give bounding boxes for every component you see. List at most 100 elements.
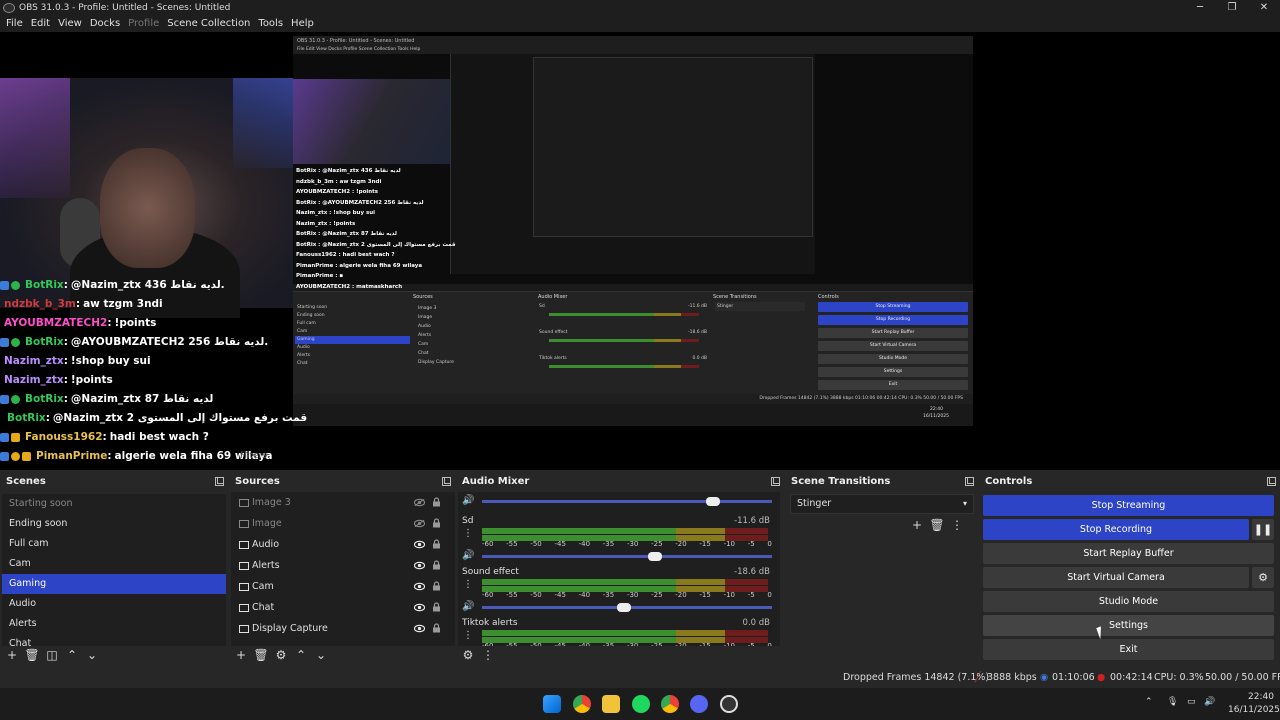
maximize-button[interactable]: ❐ [1216,0,1248,15]
volume-knob[interactable] [706,497,720,506]
spotify-icon[interactable] [632,695,650,713]
source-item[interactable]: Image 3 [231,492,455,513]
volume-slider[interactable] [482,552,772,561]
menu-file[interactable]: File [2,18,27,29]
scene-item[interactable]: Ending soon [2,514,226,534]
eye-hidden-icon[interactable] [414,519,425,528]
source-properties-icon[interactable]: ⚙ [271,648,291,662]
minimize-button[interactable]: ─ [1184,0,1216,15]
studio-mode-button[interactable]: Studio Mode [983,591,1274,612]
menu-edit[interactable]: Edit [27,18,54,29]
lock-icon[interactable] [432,539,441,549]
undock-icon[interactable] [442,477,451,486]
lock-icon[interactable] [432,623,441,633]
scene-item[interactable]: Chat [2,634,226,646]
channel-menu-icon[interactable]: ⋮ [462,579,474,591]
scene-item[interactable]: Alerts [2,614,226,634]
move-up-icon[interactable]: ⌃ [62,648,82,662]
source-item[interactable]: Alerts [231,555,455,576]
obs-taskbar-icon[interactable] [720,695,738,713]
lock-icon[interactable] [432,560,441,570]
eye-icon[interactable] [414,561,425,570]
settings-button[interactable]: Settings [983,615,1274,636]
menu-scene-collection[interactable]: Scene Collection [163,18,254,29]
transition-menu-icon[interactable]: ⋮ [947,518,967,532]
volume-slider[interactable] [482,603,772,612]
scene-filters-icon[interactable]: ◫ [42,648,62,662]
windows-start-icon[interactable] [543,695,561,713]
chat-username: ndzbk_b_3m [4,298,76,310]
move-down-icon[interactable]: ⌄ [311,648,331,662]
start-virtual-camera-button[interactable]: Start Virtual Camera [983,567,1249,588]
scene-item[interactable]: Starting soon [2,494,226,514]
menu-tools[interactable]: Tools [254,18,287,29]
undock-icon[interactable] [1267,477,1276,486]
close-button[interactable]: ✕ [1248,0,1280,15]
lock-icon[interactable] [432,581,441,591]
chrome-icon[interactable] [573,695,591,713]
eye-icon[interactable] [414,582,425,591]
speaker-icon[interactable]: 🔊 [462,601,474,613]
preview-canvas[interactable]: OBS 31.0.3 - Profile: Untitled - Scenes:… [0,32,1280,470]
undock-icon[interactable] [965,477,974,486]
move-up-icon[interactable]: ⌃ [291,648,311,662]
advanced-audio-icon[interactable]: ⚙ [458,648,478,662]
fps: 50.00 / 50.00 FPS [1205,672,1280,683]
transition-select[interactable]: Stinger ▾ [790,494,974,514]
scenes-dock: Scenes Starting soon Ending soon Full cam C… [0,470,228,668]
scene-item[interactable]: Cam [2,554,226,574]
source-item[interactable]: Image [231,513,455,534]
exit-button[interactable]: Exit [983,639,1274,660]
scene-item[interactable]: Full cam [2,534,226,554]
nested-clock-time: 22:40 [930,407,943,412]
lock-icon[interactable] [432,518,441,528]
lock-icon[interactable] [432,497,441,507]
scene-item[interactable]: Audio [2,594,226,614]
eye-icon[interactable] [414,624,425,633]
clock-date[interactable]: 16/11/2025 [1228,705,1280,715]
discord-icon[interactable] [690,695,708,713]
mixer-menu-icon[interactable]: ⋮ [478,648,498,662]
volume-icon[interactable]: 🔊 [1204,697,1215,707]
eye-icon[interactable] [414,603,425,612]
chrome-profile-icon[interactable] [661,695,679,713]
move-down-icon[interactable]: ⌄ [82,648,102,662]
stop-streaming-button[interactable]: Stop Streaming [983,495,1274,516]
source-item[interactable]: Chat [231,597,455,618]
add-source-icon[interactable]: + [231,648,251,662]
speaker-icon[interactable]: 🔊 [462,550,474,562]
undock-icon[interactable] [771,477,780,486]
eye-icon[interactable] [414,540,425,549]
clock-time[interactable]: 22:40 [1248,692,1274,702]
file-explorer-icon[interactable] [602,695,620,713]
volume-knob[interactable] [648,552,662,561]
pause-recording-icon[interactable]: ❚❚ [1252,519,1274,540]
source-item[interactable]: Audio [231,534,455,555]
menu-view[interactable]: View [54,18,86,29]
stop-recording-button[interactable]: Stop Recording [983,519,1249,540]
undock-icon[interactable] [215,477,224,486]
channel-menu-icon[interactable]: ⋮ [462,630,474,642]
source-item[interactable]: Cam [231,576,455,597]
lock-icon[interactable] [432,602,441,612]
virtual-camera-settings-icon[interactable]: ⚙ [1252,567,1274,588]
volume-knob[interactable] [617,603,631,612]
channel-menu-icon[interactable]: ⋮ [462,528,474,540]
remove-source-icon[interactable]: 🗑 [251,648,271,662]
source-item[interactable]: Display Capture [231,618,455,639]
tray-chevron-icon[interactable]: ⌃ [1145,697,1153,707]
microphone-icon[interactable]: 🎙 [1167,697,1178,707]
network-tray-icon[interactable]: ▭ [1187,697,1196,707]
menu-profile[interactable]: Profile [124,18,163,29]
speaker-icon[interactable]: 🔊 [462,495,474,507]
remove-transition-icon[interactable]: 🗑 [927,518,947,532]
add-scene-icon[interactable]: + [2,648,22,662]
remove-scene-icon[interactable]: 🗑 [22,648,42,662]
scene-item[interactable]: Gaming [2,574,226,594]
menu-help[interactable]: Help [287,18,318,29]
eye-hidden-icon[interactable] [414,498,425,507]
menu-docks[interactable]: Docks [86,18,124,29]
volume-slider[interactable] [482,497,772,506]
add-transition-icon[interactable]: + [907,518,927,532]
start-replay-buffer-button[interactable]: Start Replay Buffer [983,543,1274,564]
